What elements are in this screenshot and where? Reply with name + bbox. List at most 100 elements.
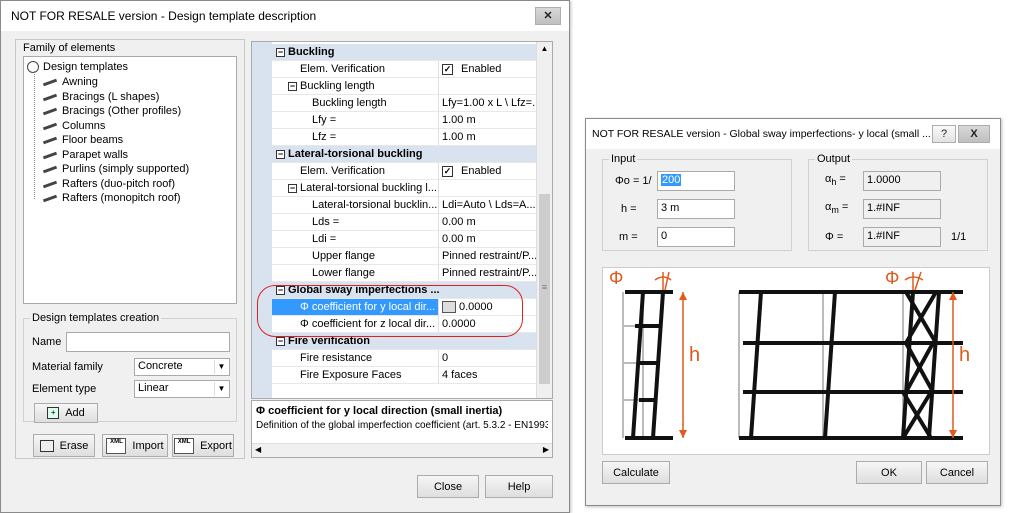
tree-root[interactable]: Design templates [27, 59, 128, 74]
tree-item-purlins[interactable]: Purlins (simply supported) [42, 161, 189, 176]
tree-item-rafters-mono[interactable]: Rafters (monopitch roof) [42, 190, 181, 205]
property-value[interactable]: 1.00 m [438, 112, 536, 129]
beam-icon [42, 179, 58, 189]
property-value[interactable]: Ldi=Auto \ Lds=A... [438, 197, 536, 214]
name-field[interactable] [66, 332, 230, 352]
collapse-icon[interactable]: − [288, 82, 297, 91]
property-value[interactable]: 0.00 m [438, 231, 536, 248]
property-row[interactable]: Fire resistance 0 [252, 350, 536, 367]
vertical-scrollbar[interactable]: ▲ ≡ [536, 42, 552, 398]
import-button[interactable]: XML Import [102, 434, 168, 457]
calculate-label: Calculate [613, 466, 659, 479]
property-value[interactable]: ✓ Enabled [438, 163, 536, 180]
creation-group-label: Design templates creation [30, 312, 162, 324]
property-value[interactable]: 1.00 m [438, 129, 536, 146]
scroll-left-icon[interactable]: ◀ [255, 445, 261, 454]
property-value[interactable] [438, 180, 536, 197]
tree-item-label: Parapet walls [62, 148, 129, 161]
tree-item-parapet-walls[interactable]: Parapet walls [42, 147, 128, 162]
tree-item-bracings-other[interactable]: Bracings (Other profiles) [42, 103, 181, 118]
tree-item-rafters-duo[interactable]: Rafters (duo-pitch roof) [42, 176, 175, 191]
tree-item-columns[interactable]: Columns [42, 118, 105, 133]
property-value[interactable]: 0.00 m [438, 214, 536, 231]
diagram-h-left: h [689, 344, 701, 366]
tree-guide-line [34, 71, 35, 199]
property-row[interactable]: − Lateral-torsional buckling l... [252, 180, 536, 197]
property-value[interactable]: ✓ Enabled [438, 61, 536, 78]
close-button[interactable]: Close [417, 475, 479, 498]
ok-button[interactable]: OK [856, 461, 922, 484]
window-close-button[interactable]: ✕ [535, 7, 561, 25]
property-value[interactable]: Lfy=1.00 x L \ Lfz=... [438, 95, 536, 112]
property-row[interactable]: − Buckling length [252, 78, 536, 95]
property-value[interactable]: 4 faces [438, 367, 536, 384]
element-type-value: Linear [138, 382, 169, 394]
property-name: Elem. Verification [272, 163, 438, 180]
beam-icon [42, 164, 58, 174]
m-field[interactable]: 0 [657, 227, 735, 247]
phi-symbol: Φ [825, 231, 834, 243]
property-row[interactable]: Upper flange Pinned restraint/P... [252, 248, 536, 265]
alpha-m-label: αm = [825, 201, 849, 216]
property-row[interactable]: Fire Exposure Faces 4 faces [252, 367, 536, 384]
tree-item-floor-beams[interactable]: Floor beams [42, 132, 123, 147]
collapse-icon[interactable]: − [276, 286, 285, 295]
phi0-field[interactable]: 200 [657, 171, 735, 191]
input-group-label: Input [609, 153, 638, 165]
beam-icon [42, 77, 58, 87]
calculate-button[interactable]: Calculate [602, 461, 670, 484]
property-value[interactable] [438, 78, 536, 95]
export-label: Export [200, 439, 232, 452]
horizontal-scrollbar[interactable]: ◀ ▶ [252, 443, 552, 457]
cancel-button[interactable]: Cancel [926, 461, 988, 484]
family-label: Family of elements [23, 42, 116, 54]
tree-item-bracings-l[interactable]: Bracings (L shapes) [42, 89, 159, 104]
scroll-grip-icon: ≡ [541, 282, 548, 292]
property-name: Lateral-torsional bucklin... [272, 197, 438, 214]
tree-item-awning[interactable]: Awning [42, 74, 98, 89]
property-row[interactable]: Elem. Verification ✓ Enabled [252, 163, 536, 180]
chevron-down-icon[interactable]: ▼ [214, 360, 228, 374]
property-row[interactable]: Lfz = 1.00 m [252, 129, 536, 146]
sway-close-button[interactable]: X [958, 125, 990, 143]
property-row[interactable]: Ldi = 0.00 m [252, 231, 536, 248]
creation-group: Design templates creation Name Material … [23, 312, 237, 423]
property-value[interactable]: Pinned restraint/P... [438, 248, 536, 265]
property-row[interactable]: Elem. Verification ✓ Enabled [252, 61, 536, 78]
property-category-row[interactable]: − Buckling [252, 44, 538, 61]
collapse-icon[interactable]: − [276, 48, 285, 57]
collapse-icon[interactable]: − [276, 150, 285, 159]
scroll-up-icon[interactable]: ▲ [537, 44, 552, 53]
chevron-down-icon[interactable]: ▼ [214, 382, 228, 396]
help-icon[interactable]: ? [932, 125, 956, 143]
property-row[interactable]: Lower flange Pinned restraint/P... [252, 265, 536, 282]
h-field[interactable]: 3 m [657, 199, 735, 219]
family-tree[interactable]: Design templates Awning Bracings (L shap… [23, 56, 237, 304]
element-type-select[interactable]: Linear ▼ [134, 380, 230, 398]
family-of-elements-panel: Family of elements Design templates Awni… [15, 39, 245, 459]
collapse-icon[interactable]: − [288, 184, 297, 193]
output-group-label: Output [815, 153, 853, 165]
scroll-right-icon[interactable]: ▶ [543, 445, 549, 454]
h-label: h = [621, 203, 637, 215]
property-row[interactable]: Lds = 0.00 m [252, 214, 536, 231]
property-value[interactable]: Pinned restraint/P... [438, 265, 536, 282]
checkbox-checked-icon[interactable]: ✓ [442, 63, 453, 75]
help-button[interactable]: Help [485, 475, 553, 498]
property-value[interactable]: 0 [438, 350, 536, 367]
add-button[interactable]: + Add [34, 403, 98, 423]
name-label: Name [32, 336, 62, 348]
property-row[interactable]: Lateral-torsional bucklin... Ldi=Auto \ L… [252, 197, 536, 214]
diagram-h-right: h [959, 344, 971, 366]
collapse-icon[interactable]: − [276, 337, 285, 346]
export-button[interactable]: XML Export [172, 434, 234, 457]
property-name: Lateral-torsional buckling [272, 146, 538, 163]
property-grid[interactable]: − Buckling Elem. Verification ✓ Enabled − Buck… [251, 41, 553, 399]
property-name: Buckling length [272, 95, 438, 112]
material-family-select[interactable]: Concrete ▼ [134, 358, 230, 376]
property-row[interactable]: Lfy = 1.00 m [252, 112, 536, 129]
property-row[interactable]: Buckling length Lfy=1.00 x L \ Lfz=... [252, 95, 536, 112]
property-category-row[interactable]: − Lateral-torsional buckling [252, 146, 538, 163]
erase-button[interactable]: Erase [33, 434, 95, 457]
checkbox-checked-icon[interactable]: ✓ [442, 165, 453, 177]
